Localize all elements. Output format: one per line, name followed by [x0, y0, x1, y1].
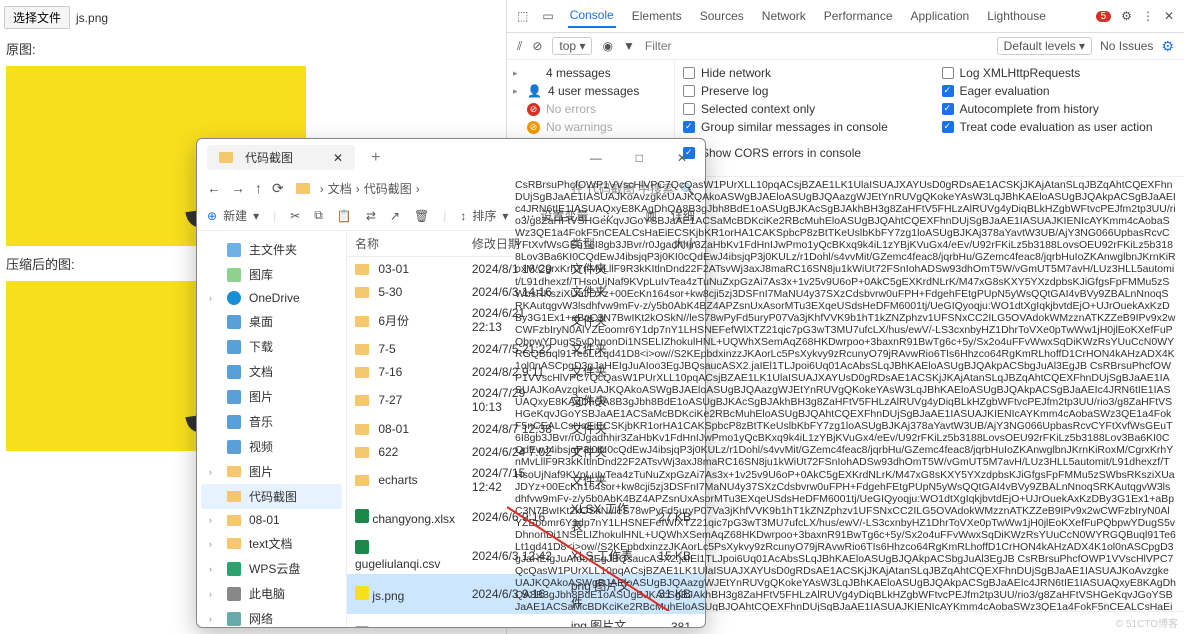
devtools-tab[interactable]: Performance	[822, 5, 895, 27]
toolbar-sort[interactable]: ↕排序 ▾	[460, 207, 508, 224]
sidebar-item[interactable]: ›此电脑	[201, 581, 342, 606]
table-row[interactable]: usezhe.jpg2024/8/5 20:01jpg 图片文件381 KB	[347, 614, 705, 627]
error-badge: 5	[1096, 11, 1112, 22]
live-expression-icon[interactable]: ◉	[602, 39, 612, 53]
file-type-icon	[355, 475, 369, 486]
sidebar-item[interactable]: 桌面	[201, 309, 342, 334]
file-type-icon	[355, 316, 369, 327]
watermark: © 51CTO博客	[1116, 615, 1178, 630]
folder-icon	[219, 152, 233, 163]
sidebar-item[interactable]: ›WPS云盘	[201, 556, 342, 581]
sidebar-toggle-icon[interactable]: ⫽	[517, 39, 522, 54]
original-label: 原图:	[0, 35, 506, 62]
settings-icon[interactable]: ⚙	[1121, 9, 1132, 23]
filter-input[interactable]	[645, 39, 725, 53]
console-option[interactable]: Hide network	[683, 66, 918, 80]
device-icon[interactable]: ▭	[542, 9, 553, 23]
toolbar-paste[interactable]: 📋	[337, 209, 352, 223]
devtools-tab[interactable]: Application	[909, 5, 972, 27]
sidebar-item[interactable]: 文档	[201, 359, 342, 384]
explorer-tab[interactable]: 代码截图 ✕	[207, 145, 355, 170]
message-filter-row[interactable]: ▸👤4 user messages	[513, 82, 668, 100]
file-type-icon	[355, 447, 369, 458]
clear-console-icon[interactable]: ⊘	[532, 39, 542, 53]
devtools-tab[interactable]: Lighthouse	[985, 5, 1048, 27]
log-levels-selector[interactable]: Default levels ▾	[997, 37, 1092, 55]
file-type-icon	[355, 287, 369, 298]
console-option[interactable]: Log XMLHttpRequests	[942, 66, 1177, 80]
file-type-icon	[355, 344, 369, 355]
col-name[interactable]: 名称	[347, 231, 464, 257]
console-option[interactable]: Group similar messages in console	[683, 120, 918, 134]
opt-show-cors[interactable]: Show CORS errors in console	[683, 146, 1176, 160]
file-type-icon	[355, 367, 369, 378]
sidebar-item[interactable]: 视频	[201, 434, 342, 459]
nav-up-button[interactable]: ↑	[255, 180, 262, 197]
devtools-tab[interactable]: Sources	[698, 5, 746, 27]
sidebar-item[interactable]: ›08-01	[201, 509, 342, 531]
tab-close-icon[interactable]: ✕	[333, 151, 343, 165]
chosen-filename: js.png	[76, 11, 108, 25]
toolbar-cut[interactable]: ✂	[290, 209, 300, 223]
sidebar-item[interactable]: 图库	[201, 262, 342, 287]
toolbar-new[interactable]: ⊕新建 ▾	[207, 207, 259, 224]
sep: ›	[320, 182, 324, 196]
sidebar-item[interactable]: 图片	[201, 384, 342, 409]
sep: ›	[416, 182, 420, 196]
breadcrumb[interactable]: › 文档 › 代码截图 ›	[296, 180, 420, 197]
console-settings-icon[interactable]: ⚙	[1161, 38, 1174, 55]
sidebar-item[interactable]: ›text文档	[201, 531, 342, 556]
sidebar-item[interactable]: 代码截图	[201, 484, 342, 509]
nav-back-button[interactable]: ←	[207, 180, 221, 197]
devtools-tab[interactable]: Elements	[630, 5, 684, 27]
window-maximize-button[interactable]: □	[628, 147, 651, 169]
inspect-icon[interactable]: ⬚	[517, 9, 528, 23]
message-filter-row[interactable]: ▸4 messages	[513, 64, 668, 82]
new-tab-button[interactable]: +	[363, 149, 388, 167]
file-type-icon	[355, 540, 369, 554]
message-filter-row[interactable]: ⊘No errors	[513, 100, 668, 118]
devtools-close-icon[interactable]: ✕	[1164, 9, 1174, 23]
console-output-base64: CsRBrsuPhcfOWP1VVscHlVPC7QcQasW1PUrXLL10…	[507, 177, 1184, 611]
window-minimize-button[interactable]: —	[582, 147, 610, 169]
toolbar-delete[interactable]: 🗑	[414, 209, 429, 223]
devtools-tab[interactable]: Console	[568, 4, 616, 28]
devtools-tab[interactable]: Network	[760, 5, 808, 27]
sidebar-item[interactable]: ›图片	[201, 459, 342, 484]
context-selector[interactable]: top ▾	[552, 37, 592, 55]
choose-file-button[interactable]: 选择文件	[4, 6, 70, 29]
nav-refresh-button[interactable]: ⟳	[272, 180, 284, 197]
console-option[interactable]: Treat code evaluation as user action	[942, 120, 1177, 134]
file-type-icon	[355, 586, 369, 600]
sidebar-item[interactable]: ›网络	[201, 606, 342, 627]
toolbar-rename[interactable]: ⇄	[366, 209, 376, 223]
console-option[interactable]: Selected context only	[683, 102, 918, 116]
sidebar-item[interactable]: 主文件夹	[201, 237, 342, 262]
toolbar-share[interactable]: ↗	[390, 209, 400, 223]
file-type-icon	[355, 424, 369, 435]
console-option[interactable]: Preserve log	[683, 84, 918, 98]
toolbar-copy[interactable]: ⧉	[314, 208, 323, 223]
message-filter-row[interactable]: ⊘No warnings	[513, 118, 668, 136]
console-option[interactable]: Autocomplete from history	[942, 102, 1177, 116]
file-type-icon	[355, 395, 369, 406]
issues-indicator[interactable]: No Issues	[1100, 39, 1153, 53]
sidebar-item[interactable]: ›OneDrive	[201, 287, 342, 309]
console-option[interactable]: Eager evaluation	[942, 84, 1177, 98]
nav-forward-button[interactable]: →	[231, 180, 245, 197]
sidebar-item[interactable]: 音乐	[201, 409, 342, 434]
sep: ›	[356, 182, 360, 196]
file-type-icon	[355, 626, 369, 628]
sidebar-item[interactable]: 下载	[201, 334, 342, 359]
file-type-icon	[355, 264, 369, 275]
file-type-icon	[355, 509, 369, 523]
folder-icon	[296, 183, 310, 194]
filter-icon: ▼	[623, 39, 635, 53]
more-icon[interactable]: ⋮	[1142, 9, 1154, 23]
